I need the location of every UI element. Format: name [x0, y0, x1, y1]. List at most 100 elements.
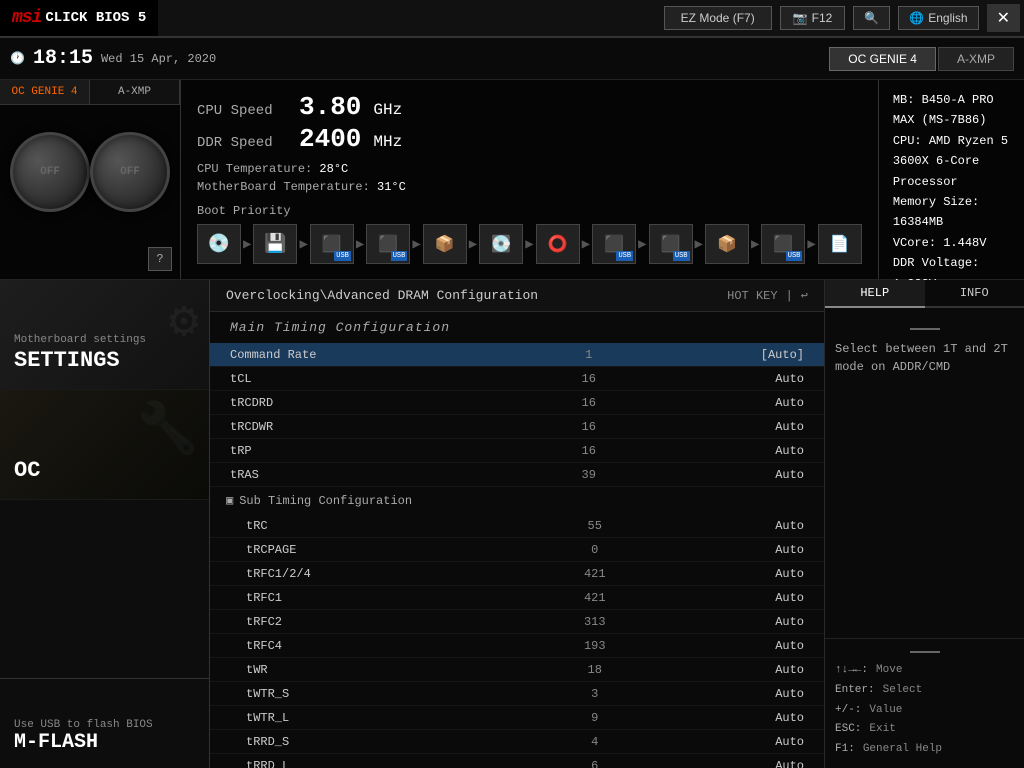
boot-device-3[interactable]: ⬛ USB	[310, 224, 354, 264]
oc-genie-knob[interactable]: OFF	[10, 132, 90, 212]
cpu-speed-unit: GHz	[373, 101, 402, 119]
sidebar: ⚙ Motherboard settings SETTINGS 🔧 OC Use…	[0, 280, 210, 768]
clock-icon: 🕐	[10, 51, 25, 66]
boot-priority-label: Boot Priority	[197, 204, 862, 218]
sub-row-value-8: 9	[525, 711, 665, 725]
row-value-1: 16	[517, 372, 661, 386]
row-value-2: 16	[517, 396, 661, 410]
oc-bg-icon: 🔧	[137, 400, 199, 461]
tabs-area: OC GENIE 4 A-XMP	[829, 47, 1014, 71]
help-tabs: HELP INFO	[825, 280, 1024, 308]
language-button[interactable]: 🌐 English	[898, 6, 978, 30]
sidebar-item-mflash[interactable]: Use USB to flash BIOS M-FLASH	[0, 678, 209, 768]
axmp-knob[interactable]: OFF	[90, 132, 170, 212]
sub-timing-row[interactable]: tRRD_S 4 Auto	[210, 730, 824, 754]
cpu-speed-value: 3.80	[299, 92, 361, 122]
boot-device-11[interactable]: ⬛ USB	[761, 224, 805, 264]
sub-timing-row[interactable]: tWTR_L 9 Auto	[210, 706, 824, 730]
search-button[interactable]: 🔍	[853, 6, 890, 30]
main-timing-row[interactable]: tRAS 39 Auto	[210, 463, 824, 487]
sub-timing-row[interactable]: tWR 18 Auto	[210, 658, 824, 682]
cpu-label: CPU:	[893, 134, 922, 148]
sidebar-item-settings[interactable]: ⚙ Motherboard settings SETTINGS	[0, 280, 209, 390]
sub-row-name-4: tRFC2	[246, 615, 525, 629]
key-2: +/-:	[835, 701, 861, 721]
sub-row-setting-6: Auto	[665, 663, 805, 677]
sub-timing-row[interactable]: tRC 55 Auto	[210, 514, 824, 538]
mflash-subtitle: Use USB to flash BIOS	[14, 719, 195, 731]
breadcrumb-bar: Overclocking\Advanced DRAM Configuration…	[210, 280, 824, 312]
sub-timing-row[interactable]: tRFC4 193 Auto	[210, 634, 824, 658]
boot-device-8[interactable]: ⬛ USB	[592, 224, 636, 264]
back-icon[interactable]: ↩	[801, 288, 808, 303]
settings-title: SETTINGS	[14, 348, 195, 373]
mb-temp-label: MotherBoard Temperature:	[197, 180, 370, 194]
main-timing-row[interactable]: tCL 16 Auto	[210, 367, 824, 391]
mb-temp-row: MotherBoard Temperature: 31°C	[197, 180, 862, 194]
row-value-0: 1	[517, 348, 661, 362]
row-setting-2: Auto	[661, 396, 805, 410]
key-action-1: Select	[883, 681, 923, 701]
camera-icon: 📷	[793, 11, 808, 25]
f12-button[interactable]: 📷 F12	[780, 6, 846, 30]
main-timing-row[interactable]: tRP 16 Auto	[210, 439, 824, 463]
main-timing-row[interactable]: Command Rate 1 [Auto]	[210, 343, 824, 367]
tab-axmp[interactable]: A-XMP	[938, 47, 1014, 71]
cpu-temp-label: CPU Temperature:	[197, 162, 312, 176]
boot-device-2[interactable]: 💾	[253, 224, 297, 264]
collapse-icon[interactable]: ▣	[226, 493, 233, 508]
bios-content: Overclocking\Advanced DRAM Configuration…	[210, 280, 824, 768]
axmp-tab[interactable]: A-XMP	[90, 80, 180, 104]
boot-device-7[interactable]: ⭕	[536, 224, 580, 264]
key-legend-row: +/-: Value	[835, 701, 1014, 721]
sub-row-setting-2: Auto	[665, 567, 805, 581]
sub-timing-row[interactable]: tRCPAGE 0 Auto	[210, 538, 824, 562]
row-value-5: 39	[517, 468, 661, 482]
oc-title: OC	[14, 458, 195, 483]
close-button[interactable]: ✕	[987, 4, 1020, 32]
help-icon-button[interactable]: ?	[148, 247, 172, 271]
info-tab-button[interactable]: INFO	[925, 280, 1024, 308]
sub-timing-row[interactable]: tRFC1/2/4 421 Auto	[210, 562, 824, 586]
boot-device-5[interactable]: 📦	[423, 224, 467, 264]
sub-row-value-0: 55	[525, 519, 665, 533]
ez-mode-button[interactable]: EZ Mode (F7)	[664, 6, 772, 30]
sub-timing-row[interactable]: tWTR_S 3 Auto	[210, 682, 824, 706]
boot-device-9[interactable]: ⬛ USB	[649, 224, 693, 264]
row-name-2: tRCDRD	[230, 396, 517, 410]
sidebar-item-oc[interactable]: 🔧 OC	[0, 390, 209, 500]
boot-device-10[interactable]: 📦	[705, 224, 749, 264]
key-legend-row: F1: General Help	[835, 740, 1014, 760]
boot-arrow-5: ▶	[469, 236, 477, 253]
breadcrumb: Overclocking\Advanced DRAM Configuration	[226, 288, 538, 303]
main-timing-row[interactable]: tRCDRD 16 Auto	[210, 391, 824, 415]
key-legend-row: Enter: Select	[835, 681, 1014, 701]
boot-arrow-1: ▶	[243, 236, 251, 253]
boot-device-12[interactable]: 📄	[818, 224, 862, 264]
key-action-0: Move	[876, 661, 902, 681]
main-area: ⚙ Motherboard settings SETTINGS 🔧 OC Use…	[0, 280, 1024, 768]
infobar: 🕐 18:15 Wed 15 Apr, 2020 OC GENIE 4 A-XM…	[0, 38, 1024, 80]
main-timing-header: Main Timing Configuration	[210, 312, 824, 343]
sub-timing-row[interactable]: tRFC1 421 Auto	[210, 586, 824, 610]
boot-device-6[interactable]: 💽	[479, 224, 523, 264]
boot-arrow-10: ▶	[751, 236, 759, 253]
sub-row-setting-1: Auto	[665, 543, 805, 557]
sub-timing-row[interactable]: tRFC2 313 Auto	[210, 610, 824, 634]
main-timing-row[interactable]: tRCDWR 16 Auto	[210, 415, 824, 439]
logo-area: msi CLICK BIOS 5	[0, 0, 158, 36]
sub-timing-row[interactable]: tRRD_L 6 Auto	[210, 754, 824, 768]
sub-row-name-3: tRFC1	[246, 591, 525, 605]
boot-arrow-6: ▶	[525, 236, 533, 253]
sub-row-value-3: 421	[525, 591, 665, 605]
sub-row-setting-4: Auto	[665, 615, 805, 629]
boot-device-4[interactable]: ⬛ USB	[366, 224, 410, 264]
tab-oc-genie[interactable]: OC GENIE 4	[829, 47, 936, 71]
vcore-info-row: VCore: 1.448V	[893, 233, 1010, 253]
ddr-speed-label: DDR Speed	[197, 135, 287, 151]
row-setting-4: Auto	[661, 444, 805, 458]
boot-device-1[interactable]: 💿	[197, 224, 241, 264]
oc-genie-tab[interactable]: OC GENIE 4	[0, 80, 90, 104]
help-tab-button[interactable]: HELP	[825, 280, 925, 308]
sub-row-name-6: tWR	[246, 663, 525, 677]
